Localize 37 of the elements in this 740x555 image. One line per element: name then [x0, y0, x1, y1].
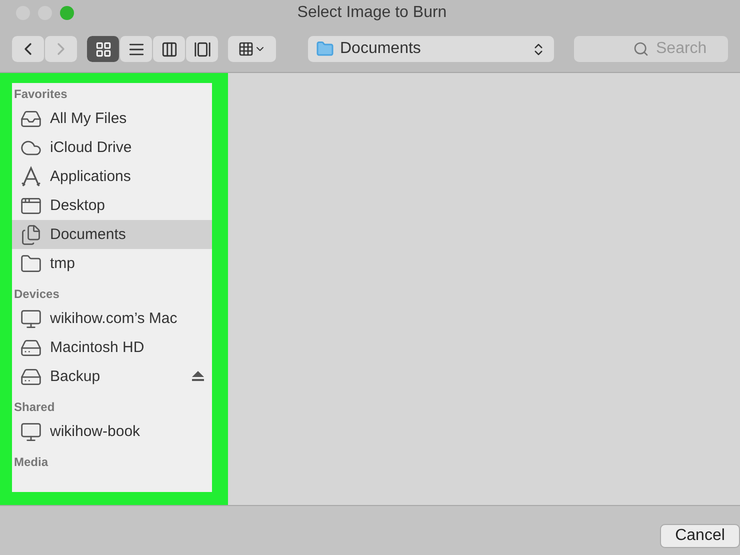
window-title: Select Image to Burn [296, 4, 448, 22]
sidebar-item[interactable]: wikihow-book [12, 417, 212, 446]
gallery-icon [194, 40, 210, 58]
sidebar-item[interactable]: Macintosh HD [12, 333, 212, 362]
folder-icon [316, 40, 334, 58]
sidebar-item[interactable]: iCloud Drive [12, 133, 212, 162]
sidebar-item[interactable]: tmp [12, 249, 212, 278]
cancel-button[interactable]: Cancel [660, 524, 740, 548]
view-button[interactable] [87, 36, 119, 62]
search-field[interactable]: Search [574, 36, 728, 62]
section-heading: Favorites [14, 87, 68, 101]
sidebar-item[interactable]: Backup [12, 362, 212, 391]
sidebar-item[interactable]: Desktop [12, 191, 212, 220]
search-input[interactable]: Search [654, 39, 708, 59]
location-popup[interactable]: Documents [308, 36, 554, 62]
monitor-icon [20, 308, 42, 330]
sidebar-item[interactable]: wikihow.com’s Mac [12, 304, 212, 333]
sidebar-item[interactable]: All My Files [12, 104, 212, 133]
search-icon [633, 41, 649, 57]
documents-icon [20, 224, 42, 246]
columns-icon [160, 40, 178, 58]
sidebar-item[interactable]: Applications [12, 162, 212, 191]
view-button[interactable] [186, 36, 218, 62]
section-heading: Shared [14, 400, 55, 414]
eject-icon[interactable] [192, 371, 204, 382]
folder-icon [20, 252, 42, 274]
view-button[interactable] [120, 36, 152, 62]
grid-icon [238, 41, 254, 57]
sidebar-item[interactable]: Documents [12, 220, 212, 249]
back-button[interactable] [12, 36, 44, 62]
grid-icon [94, 40, 112, 58]
view-button[interactable] [153, 36, 185, 62]
monitor-icon [20, 420, 42, 442]
section-heading: Devices [14, 287, 60, 301]
section-heading: Media [14, 455, 48, 469]
arrange-button[interactable] [228, 36, 276, 62]
applications-icon [20, 166, 42, 188]
